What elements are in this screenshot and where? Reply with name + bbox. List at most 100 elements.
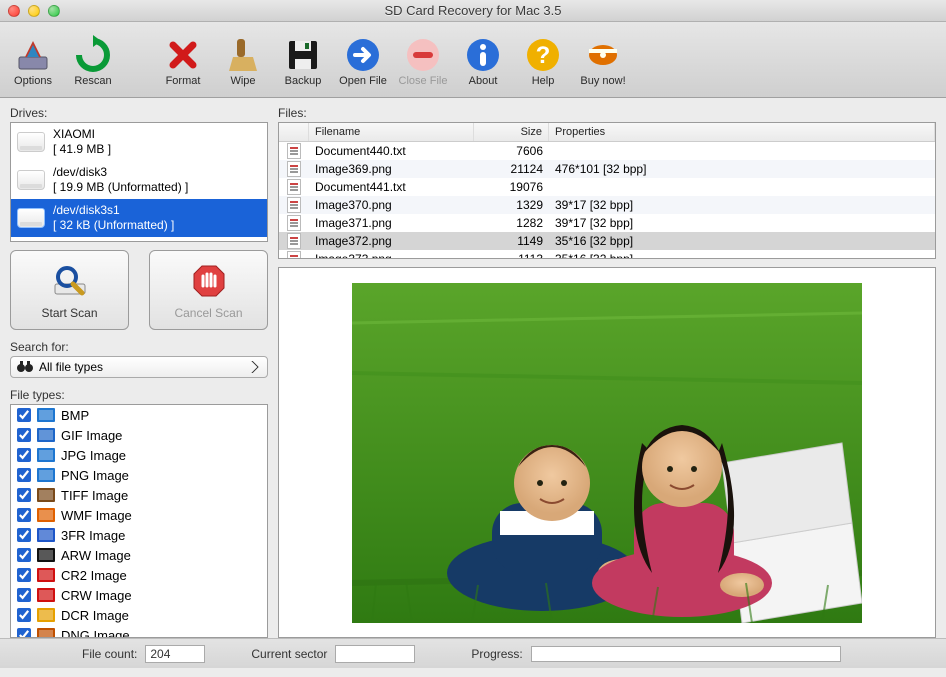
- progress-label: Progress:: [471, 647, 522, 661]
- preview-image: [352, 283, 862, 623]
- file-type-icon: [37, 487, 55, 503]
- col-properties[interactable]: Properties: [549, 123, 935, 141]
- closefile-icon: [403, 35, 443, 75]
- drives-list[interactable]: XIAOMI[ 41.9 MB ]/dev/disk3[ 19.9 MB (Un…: [10, 122, 268, 242]
- drive-icon: [17, 208, 45, 228]
- document-icon: [287, 197, 301, 213]
- file-type-row[interactable]: TIFF Image: [11, 485, 267, 505]
- file-type-label: 3FR Image: [61, 528, 125, 543]
- drive-row[interactable]: XIAOMI[ 41.9 MB ]: [11, 123, 267, 161]
- file-row[interactable]: Document441.txt19076: [279, 178, 935, 196]
- options-icon: [13, 35, 53, 75]
- drives-label: Drives:: [10, 106, 268, 120]
- start-scan-button[interactable]: Start Scan: [10, 250, 129, 330]
- file-type-row[interactable]: DNG Image: [11, 625, 267, 638]
- wipe-label: Wipe: [230, 75, 255, 87]
- file-count-label: File count:: [82, 647, 137, 661]
- file-type-row[interactable]: ARW Image: [11, 545, 267, 565]
- file-row[interactable]: Image369.png21124476*101 [32 bpp]: [279, 160, 935, 178]
- rescan-label: Rescan: [74, 75, 111, 87]
- file-row[interactable]: Document440.txt7606: [279, 142, 935, 160]
- file-type-label: DCR Image: [61, 608, 129, 623]
- format-label: Format: [166, 75, 201, 87]
- file-row[interactable]: Image370.png132939*17 [32 bpp]: [279, 196, 935, 214]
- file-type-checkbox[interactable]: [17, 408, 31, 422]
- file-type-row[interactable]: 3FR Image: [11, 525, 267, 545]
- window-title: SD Card Recovery for Mac 3.5: [0, 3, 946, 18]
- help-icon: ?: [523, 35, 563, 75]
- file-count-value: 204: [145, 645, 205, 663]
- file-type-row[interactable]: WMF Image: [11, 505, 267, 525]
- current-sector-value: [335, 645, 415, 663]
- wipe-button[interactable]: Wipe: [214, 31, 272, 89]
- file-type-checkbox[interactable]: [17, 528, 31, 542]
- statusbar: File count: 204 Current sector Progress:: [0, 638, 946, 668]
- files-panel: Filename Size Properties Document440.txt…: [278, 122, 936, 259]
- file-type-row[interactable]: DCR Image: [11, 605, 267, 625]
- file-name: Image372.png: [309, 234, 474, 248]
- file-type-checkbox[interactable]: [17, 588, 31, 602]
- toolbar: Options Rescan Format Wipe Backup Open File Cl…: [0, 22, 946, 98]
- help-label: Help: [532, 75, 555, 87]
- magnifier-icon: [49, 260, 91, 302]
- file-type-checkbox[interactable]: [17, 608, 31, 622]
- file-size: 1282: [474, 216, 549, 230]
- file-type-label: DNG Image: [61, 628, 130, 639]
- file-type-checkbox[interactable]: [17, 568, 31, 582]
- file-type-icon: [37, 447, 55, 463]
- file-name: Document440.txt: [309, 144, 474, 158]
- rescan-button[interactable]: Rescan: [64, 31, 122, 89]
- progress-bar: [531, 646, 841, 662]
- drive-row[interactable]: /dev/disk3s1[ 32 kB (Unformatted) ]: [11, 199, 267, 237]
- file-row[interactable]: Image372.png114935*16 [32 bpp]: [279, 232, 935, 250]
- start-scan-label: Start Scan: [41, 306, 97, 320]
- closefile-label: Close File: [399, 75, 448, 87]
- file-types-list[interactable]: BMPGIF ImageJPG ImagePNG ImageTIFF Image…: [10, 404, 268, 638]
- options-button[interactable]: Options: [4, 31, 62, 89]
- current-sector-label: Current sector: [251, 647, 327, 661]
- help-button[interactable]: ? Help: [514, 31, 572, 89]
- file-size: 1149: [474, 234, 549, 248]
- file-row[interactable]: Image371.png128239*17 [32 bpp]: [279, 214, 935, 232]
- search-for-label: Search for:: [10, 340, 268, 354]
- wipe-icon: [223, 35, 263, 75]
- file-type-checkbox[interactable]: [17, 428, 31, 442]
- search-for-combo[interactable]: All file types: [10, 356, 268, 378]
- file-type-row[interactable]: BMP: [11, 405, 267, 425]
- file-type-icon: [37, 407, 55, 423]
- openfile-icon: [343, 35, 383, 75]
- file-type-checkbox[interactable]: [17, 488, 31, 502]
- file-row[interactable]: Image373.png111335*16 [32 bpp]: [279, 250, 935, 258]
- drive-name: XIAOMI: [53, 127, 111, 142]
- file-type-checkbox[interactable]: [17, 628, 31, 638]
- col-filename[interactable]: Filename: [309, 123, 474, 141]
- file-properties: 476*101 [32 bpp]: [549, 162, 935, 176]
- drive-icon: [17, 170, 45, 190]
- backup-label: Backup: [285, 75, 322, 87]
- files-list[interactable]: Document440.txt7606Image369.png21124476*…: [279, 142, 935, 258]
- file-type-row[interactable]: CRW Image: [11, 585, 267, 605]
- file-size: 19076: [474, 180, 549, 194]
- buynow-icon: [583, 35, 623, 75]
- file-type-row[interactable]: PNG Image: [11, 465, 267, 485]
- file-type-row[interactable]: CR2 Image: [11, 565, 267, 585]
- file-type-icon: [37, 467, 55, 483]
- file-type-checkbox[interactable]: [17, 508, 31, 522]
- file-name: Document441.txt: [309, 180, 474, 194]
- buynow-button[interactable]: Buy now!: [574, 31, 632, 89]
- about-label: About: [469, 75, 498, 87]
- svg-text:?: ?: [536, 42, 551, 69]
- openfile-button[interactable]: Open File: [334, 31, 392, 89]
- file-type-row[interactable]: GIF Image: [11, 425, 267, 445]
- cancel-scan-button: Cancel Scan: [149, 250, 268, 330]
- format-button[interactable]: Format: [154, 31, 212, 89]
- buynow-label: Buy now!: [580, 75, 625, 87]
- backup-button[interactable]: Backup: [274, 31, 332, 89]
- file-type-checkbox[interactable]: [17, 448, 31, 462]
- file-type-checkbox[interactable]: [17, 468, 31, 482]
- about-button[interactable]: About: [454, 31, 512, 89]
- drive-row[interactable]: /dev/disk3[ 19.9 MB (Unformatted) ]: [11, 161, 267, 199]
- file-type-checkbox[interactable]: [17, 548, 31, 562]
- file-type-row[interactable]: JPG Image: [11, 445, 267, 465]
- col-size[interactable]: Size: [474, 123, 549, 141]
